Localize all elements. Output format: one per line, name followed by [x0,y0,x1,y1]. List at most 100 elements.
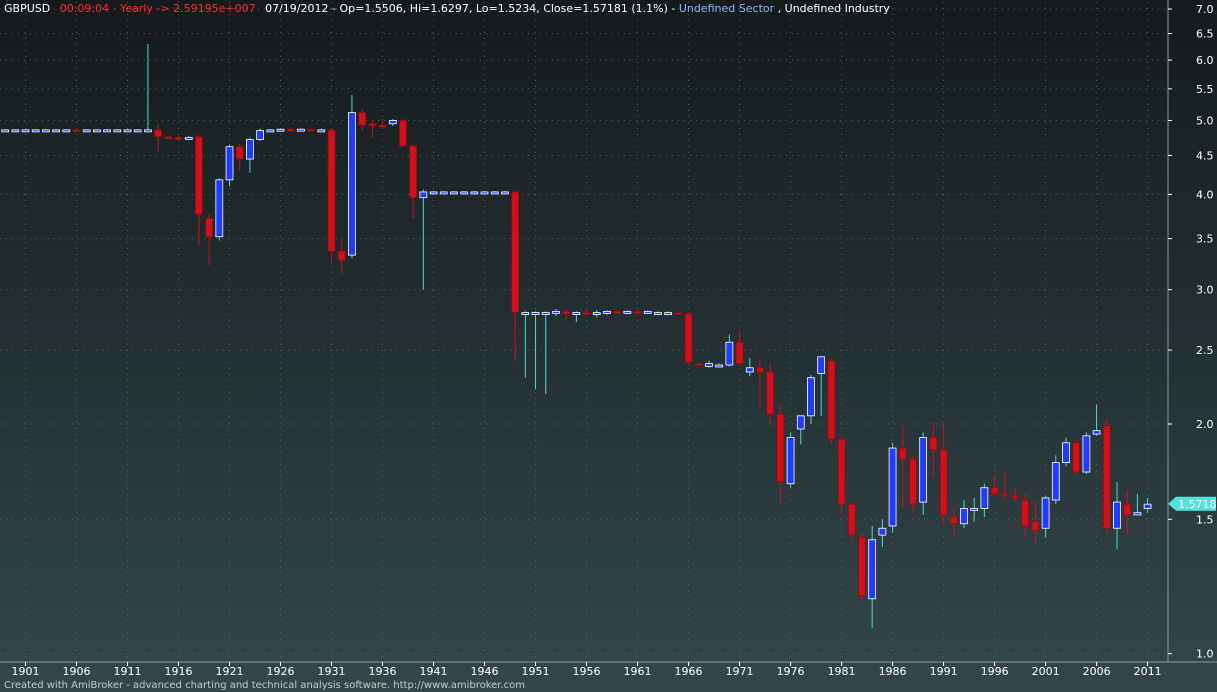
candle-body [664,312,673,315]
candle-body [1062,442,1070,464]
candle-body [307,128,315,132]
candle-body [929,437,938,451]
candle-body [174,137,183,140]
y-tick-label: 7.0 [1196,3,1214,16]
candle-body [1102,425,1111,529]
candle-body [725,341,734,366]
y-tick-label: 3.0 [1196,284,1214,297]
y-tick-label: 5.0 [1196,114,1214,127]
candle-body [531,312,540,315]
candle-body [52,129,60,133]
candle-body [898,447,907,460]
candle-body [990,487,999,495]
chart-window[interactable]: 7.0 6.5 6.0 5.5 5.0 4.5 4.0 3.5 3.0 2.5 2.0 1.5 1.0 … [0,0,1217,692]
candle-body [572,312,581,315]
candle-body [1000,493,1009,497]
candle-body [144,129,152,133]
candle-body [460,191,469,195]
candle-body [235,146,244,160]
candle-body [868,539,877,600]
candle-body [205,218,213,238]
candle-body [858,537,866,597]
candle-body [970,508,979,511]
x-tick-label: 1986 [879,665,907,678]
y-tick-label: 4.5 [1196,149,1214,162]
y-tick-label: 1.5 [1196,513,1214,526]
candle-body [1051,462,1060,501]
footer-credit: Created with AmiBroker - advanced charti… [4,680,526,691]
candle-body [735,341,744,365]
candle-body [633,310,642,314]
candle-body [684,313,693,363]
candle-body [1,129,9,133]
x-axis-ticks: 1901 1906 1911 1916 1921 1926 1931 1936 1941 1946… [12,662,1162,678]
sector-label: Undefined Sector [679,2,775,15]
candle-body [450,191,458,195]
candle-body [113,129,122,133]
ohlc-label: 07/19/2012 - Op=1.5506, Hi=1.6297, Lo=1.… [265,2,668,15]
candle-body [756,367,764,373]
candle-body [960,508,968,525]
candle-body [215,179,224,238]
candle-body [1082,435,1091,473]
x-tick-label: 1931 [318,665,346,678]
candle-body [613,310,622,314]
x-tick-label: 1951 [522,665,550,678]
candle-body [31,129,40,133]
x-tick-label: 2001 [1032,665,1060,678]
industry-label: , Undefined Industry [778,2,891,15]
candle-body [490,191,499,195]
candle-body [133,129,142,133]
y-tick-label: 6.5 [1196,28,1214,41]
candle-body [552,310,560,314]
candle-body [1092,430,1101,435]
candle-body [796,415,805,430]
candle-body [1133,512,1142,516]
candle-body [888,447,897,527]
candle-body [246,139,254,160]
candle-body [195,136,203,215]
chart-background [0,0,1217,692]
x-tick-label: 1981 [828,665,856,678]
candle-body [480,191,489,195]
price-chart[interactable]: 7.06.56.05.55.04.54.03.53.02.52.01.51.0 … [0,0,1217,692]
y-tick-label: 6.0 [1196,54,1214,67]
candle-body [429,191,438,195]
time-info-label: 00:09:04 - Yearly -> 2.59195e+007 [60,2,256,15]
candle-body [949,516,958,525]
x-tick-label: 1991 [930,665,958,678]
candle-body [337,250,346,261]
candle-body [103,129,111,133]
candle-body [348,112,356,256]
x-tick-label: 1921 [216,665,244,678]
candle-body [766,371,775,415]
candle-body [878,527,887,536]
candle-body [847,503,856,536]
candle-body [1021,499,1030,527]
candle-body [72,129,81,133]
candle-body [715,364,724,368]
price-badge-label: 1.57181 [1178,498,1217,511]
chart-header: GBPUSD 00:09:04 - Yearly -> 2.59195e+007… [4,2,890,15]
x-tick-label: 1971 [726,665,754,678]
candle-body [266,129,275,133]
y-tick-label: 1.0 [1196,648,1214,661]
candle-body [399,120,407,147]
candle-body [93,129,101,133]
y-tick-label: 4.0 [1196,188,1214,201]
candle-body [1143,503,1152,509]
candle-body [1011,495,1019,499]
x-tick-label: 1936 [369,665,397,678]
candle-body [439,191,448,195]
candle-body [582,312,591,315]
candle-body [297,128,305,132]
candle-body [225,146,234,181]
x-tick-label: 1956 [573,665,601,678]
x-tick-label: 2006 [1083,665,1111,678]
candle-body [980,487,989,509]
candle-body [317,129,326,133]
candle-body [603,310,611,314]
candle-body [654,312,662,315]
header-separator: - [671,2,678,15]
candle-body [378,124,387,128]
